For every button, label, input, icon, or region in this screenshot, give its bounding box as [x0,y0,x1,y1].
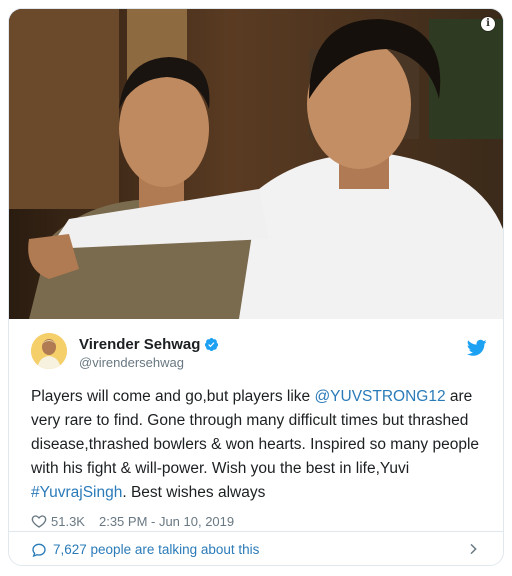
verified-badge-icon [205,337,219,352]
tweet-text-part: . Best wishes always [122,484,266,501]
tweet-card: i Virender Sehwag @virendersehwag Player… [8,8,504,566]
conversation-label[interactable]: 7,627 people are talking about this [53,542,259,557]
twitter-bird-icon[interactable] [467,339,487,357]
like-count[interactable]: 51.3K [51,514,85,529]
tweet-text: Players will come and go,but players lik… [31,385,491,505]
speech-bubble-icon [31,542,47,558]
chevron-right-icon[interactable] [465,541,481,560]
heart-icon[interactable] [31,513,47,529]
author-row: Virender Sehwag [79,336,219,353]
hashtag-link[interactable]: #YuvrajSingh [31,484,122,501]
conversation-footer[interactable]: 7,627 people are talking about this [9,531,503,565]
avatar-image [31,333,67,369]
tweet-body: Virender Sehwag @virendersehwag Players … [31,327,491,531]
mention-link[interactable]: @YUVSTRONG12 [314,388,445,405]
tweet-meta: 51.3K 2:35 PM - Jun 10, 2019 [31,511,491,531]
tweet-text-part: Players will come and go,but players lik… [31,388,315,405]
photo-image [9,9,503,319]
info-icon[interactable]: i [481,17,495,31]
avatar[interactable] [31,333,67,369]
tweet-timestamp[interactable]: 2:35 PM - Jun 10, 2019 [99,514,234,529]
tweet-photo[interactable]: i [9,9,503,319]
author-handle[interactable]: @virendersehwag [79,355,184,370]
author-name[interactable]: Virender Sehwag [79,336,200,353]
tweet-header: Virender Sehwag @virendersehwag [31,327,491,377]
